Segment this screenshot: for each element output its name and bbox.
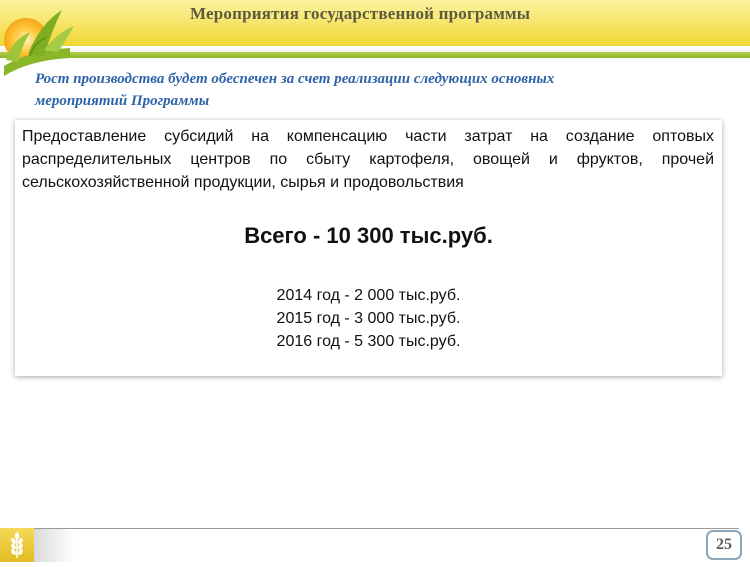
total-amount: Всего - 10 300 тыс.руб. [244, 223, 493, 248]
footer-divider [34, 528, 739, 529]
header-green-stripe [0, 52, 750, 58]
sun-sprout-logo-icon [4, 10, 74, 76]
page-title: Мероприятия государственной программы [190, 4, 531, 23]
subtitle-line-2: мероприятий Программы [35, 93, 210, 109]
footer-logo [0, 528, 34, 562]
yearly-breakdown: 2014 год - 2 000 тыс.руб. 2015 год - 3 0… [15, 284, 722, 353]
measure-description: Предоставление субсидий на компенсацию ч… [22, 128, 714, 191]
subtitle-line-1: Рост производства будет обеспечен за сче… [35, 71, 555, 87]
section-subtitle: Рост производства будет обеспечен за сче… [35, 68, 725, 112]
footer-shade [34, 529, 74, 562]
year-item: 2015 год - 3 000 тыс.руб. [276, 310, 461, 327]
year-item: 2016 год - 5 300 тыс.руб. [276, 333, 461, 350]
year-item: 2014 год - 2 000 тыс.руб. [276, 287, 461, 304]
page-number: 25 [706, 530, 742, 560]
wheat-icon [11, 532, 23, 558]
content-box: Предоставление субсидий на компенсацию ч… [15, 120, 722, 376]
